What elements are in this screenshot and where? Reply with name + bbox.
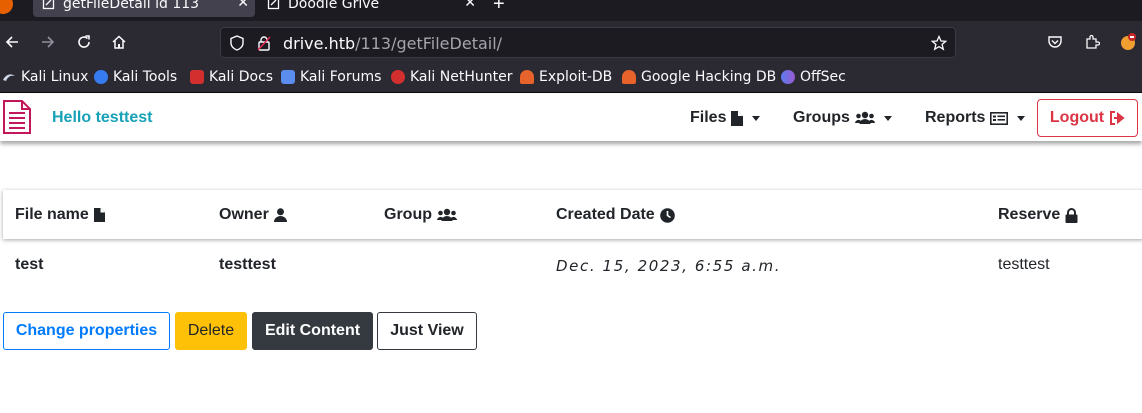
bookmark-label: Kali Linux (21, 69, 89, 85)
bookmark-kali-tools[interactable]: Kali Tools (94, 69, 177, 85)
kali-icon (2, 70, 16, 84)
kali-tools-icon (94, 70, 108, 84)
browser-tab-bar: getFileDetail id 113 ✕ Doodle Grive ✕ + (0, 0, 1142, 21)
close-tab-icon[interactable]: ✕ (464, 0, 476, 11)
bookmark-star-icon[interactable] (931, 35, 947, 51)
greeting-link[interactable]: Hello testtest (52, 109, 152, 127)
shield-icon[interactable] (229, 35, 245, 51)
reports-label: Reports (925, 109, 986, 126)
column-created-date: Created Date (556, 206, 675, 224)
cell-created-date: Dec. 15, 2023, 6:55 a.m. (556, 257, 782, 275)
column-file-name: File name (15, 206, 105, 224)
bookmark-kali-nethunter[interactable]: Kali NetHunter (391, 69, 512, 85)
column-label: File name (15, 206, 89, 223)
bookmark-label: Kali NetHunter (410, 69, 513, 85)
forward-arrow-icon[interactable] (38, 32, 58, 52)
page-icon (41, 0, 55, 11)
cell-owner: testtest (219, 256, 276, 273)
sign-out-icon (1109, 111, 1125, 125)
delete-button[interactable]: Delete (175, 312, 247, 350)
ghdb-icon (622, 70, 636, 84)
bookmark-label: Kali Tools (113, 69, 178, 85)
bookmark-label: Google Hacking DB (641, 69, 777, 85)
pocket-icon[interactable] (1045, 32, 1065, 52)
url-path: /113/getFileDetail/ (355, 34, 503, 53)
browser-navbar: drive.htb/113/getFileDetail/ (0, 21, 1142, 63)
bookmark-kali-docs[interactable]: Kali Docs (190, 69, 273, 85)
insecure-lock-icon[interactable] (256, 35, 272, 51)
users-icon (437, 208, 457, 222)
home-icon[interactable] (109, 32, 129, 52)
firefox-menu-icon[interactable] (0, 0, 13, 14)
url-bar[interactable]: drive.htb/113/getFileDetail/ (220, 27, 956, 58)
chevron-down-icon (1017, 115, 1026, 121)
change-properties-button[interactable]: Change properties (3, 312, 170, 350)
edit-content-button[interactable]: Edit Content (252, 312, 373, 350)
bookmark-label: Exploit-DB (539, 69, 613, 85)
file-icon (731, 110, 744, 126)
user-icon (273, 208, 287, 222)
logout-label: Logout (1049, 109, 1105, 126)
groups-label: Groups (793, 109, 850, 126)
bookmark-offsec[interactable]: OffSec (781, 69, 846, 85)
column-reserve: Reserve (998, 206, 1078, 224)
bookmarks-toolbar: Kali Linux Kali Tools Kali Docs Kali For… (0, 63, 1142, 93)
kali-docs-icon (190, 70, 204, 84)
logout-button[interactable]: Logout (1037, 99, 1138, 137)
lock-icon (1065, 207, 1078, 223)
reload-icon[interactable] (74, 32, 94, 52)
bookmark-kali-linux[interactable]: Kali Linux (2, 69, 88, 85)
cell-file-name: test (15, 256, 44, 273)
tab-doodle-grive[interactable]: Doodle Grive ✕ (258, 0, 482, 17)
bookmark-kali-forums[interactable]: Kali Forums (281, 69, 381, 85)
page-icon (266, 0, 280, 11)
tab-title: Doodle Grive (288, 0, 380, 12)
files-label: Files (690, 109, 727, 126)
column-owner: Owner (219, 206, 287, 224)
id-card-icon (990, 111, 1009, 125)
column-label: Group (384, 206, 432, 223)
column-group: Group (384, 206, 457, 224)
cell-reserve: testtest (998, 256, 1050, 273)
bookmark-google-hacking-db[interactable]: Google Hacking DB (622, 69, 776, 85)
offsec-icon (781, 70, 795, 84)
bookmark-label: Kali Docs (209, 69, 274, 85)
file-icon (93, 208, 105, 222)
clock-icon (659, 207, 675, 223)
back-arrow-icon[interactable] (2, 32, 22, 52)
column-label: Reserve (998, 206, 1061, 223)
bookmark-label: OffSec (800, 69, 846, 85)
just-view-button[interactable]: Just View (377, 312, 477, 350)
users-icon (854, 111, 875, 125)
bookmark-exploit-db[interactable]: Exploit-DB (520, 69, 612, 85)
table-header: File name Owner Group Created Date Reser… (3, 190, 1142, 239)
close-tab-icon[interactable]: ✕ (237, 0, 249, 11)
url-text[interactable]: drive.htb/113/getFileDetail/ (283, 34, 502, 53)
exploit-db-icon (520, 70, 534, 84)
files-dropdown[interactable]: Files (690, 109, 761, 127)
extension-badge-icon[interactable] (1118, 32, 1138, 52)
tab-get-file-detail[interactable]: getFileDetail id 113 ✕ (33, 0, 255, 17)
tab-title: getFileDetail id 113 (63, 0, 200, 12)
kali-forums-icon (281, 70, 295, 84)
nethunter-icon (391, 70, 405, 84)
groups-dropdown[interactable]: Groups (793, 109, 892, 127)
bookmark-label: Kali Forums (300, 69, 382, 85)
new-tab-icon[interactable]: + (493, 0, 505, 16)
extensions-icon[interactable] (1082, 32, 1102, 52)
site-navbar: Hello testtest Files Groups Reports Logo… (0, 94, 1142, 141)
document-logo-icon[interactable] (2, 99, 32, 135)
reports-dropdown[interactable]: Reports (925, 109, 1026, 127)
chevron-down-icon (883, 115, 892, 121)
column-label: Created Date (556, 206, 655, 223)
chevron-down-icon (752, 115, 761, 121)
column-label: Owner (219, 206, 269, 223)
url-host: drive.htb (283, 34, 356, 53)
